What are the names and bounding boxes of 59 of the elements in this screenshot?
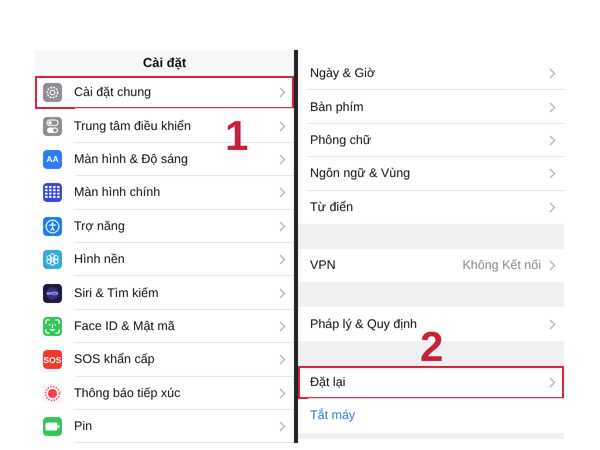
settings-row[interactable]: VPN Không Kết nối [298, 248, 564, 282]
face-id-icon [43, 316, 62, 336]
toggles-icon [43, 116, 62, 136]
chevron-icon [549, 318, 556, 330]
row-label: VPN [309, 257, 337, 274]
flower-icon [43, 250, 62, 270]
settings-row[interactable]: Phông chữ [298, 124, 564, 158]
row-label: Ngôn ngữ & Vùng [309, 165, 412, 182]
app-grid-icon [43, 183, 62, 202]
row-label: Hình nền [74, 251, 126, 268]
row-label: Màn hình & Độ sáng [74, 151, 189, 168]
chevron-icon [549, 134, 556, 146]
settings-row[interactable]: Từ điển [298, 190, 564, 224]
chevron-icon [279, 254, 286, 266]
row-label: Trợ năng [74, 218, 126, 235]
chevron-icon [549, 376, 556, 388]
chevron-icon [549, 68, 556, 80]
row-value: Không Kết nối [462, 257, 541, 274]
chevron-icon [279, 388, 286, 399]
sos-icon: SOS [43, 350, 62, 370]
row-label: Pin [74, 418, 94, 436]
accessibility-icon [43, 216, 62, 236]
gear-icon [43, 83, 62, 102]
chevron-icon [279, 288, 286, 299]
row-label: Ngày & Giờ [309, 65, 376, 82]
text-size-icon: AA [43, 150, 62, 169]
screen-title: Cài đặt [142, 54, 186, 72]
chevron-icon [549, 102, 556, 113]
chevron-icon [549, 202, 556, 213]
chevron-icon [279, 354, 286, 366]
chevron-icon [279, 154, 286, 165]
battery-icon [43, 417, 62, 436]
settings-row[interactable]: Tắt máy [298, 399, 564, 433]
settings-row[interactable]: Bàn phím [298, 90, 564, 124]
row-label: Đặt lại [309, 374, 346, 392]
settings-row[interactable]: Ngày & Giờ [298, 57, 564, 90]
chevron-icon [279, 87, 286, 98]
row-label: Màn hình chính [74, 184, 162, 202]
step-number: 1 [225, 115, 248, 157]
row-label: Face ID & Mật mã [74, 318, 176, 336]
siri-orb-icon [43, 284, 62, 303]
settings-row[interactable]: Ngôn ngữ & Vùng [298, 157, 564, 191]
chevron-icon [279, 120, 286, 132]
exposure-icon [43, 384, 62, 403]
shutdown-link[interactable]: Tắt máy [306, 406, 556, 426]
chevron-icon [549, 260, 556, 272]
row-label: Bàn phím [309, 98, 365, 116]
chevron-icon [279, 187, 286, 198]
chevron-icon [549, 168, 556, 180]
row-label: Cài đặt chung [74, 84, 152, 102]
chevron-icon [279, 320, 286, 332]
row-label: Từ điển [309, 198, 354, 216]
chevron-icon [279, 220, 286, 232]
row-label: Thông báo tiếp xúc [74, 384, 182, 402]
row-label: SOS khẩn cấp [74, 351, 156, 368]
row-label: Pháp lý & Quy định [309, 316, 418, 333]
row-label: Phông chữ [309, 132, 372, 150]
chevron-icon [279, 421, 286, 432]
row-label: Siri & Tìm kiếm [74, 284, 160, 302]
